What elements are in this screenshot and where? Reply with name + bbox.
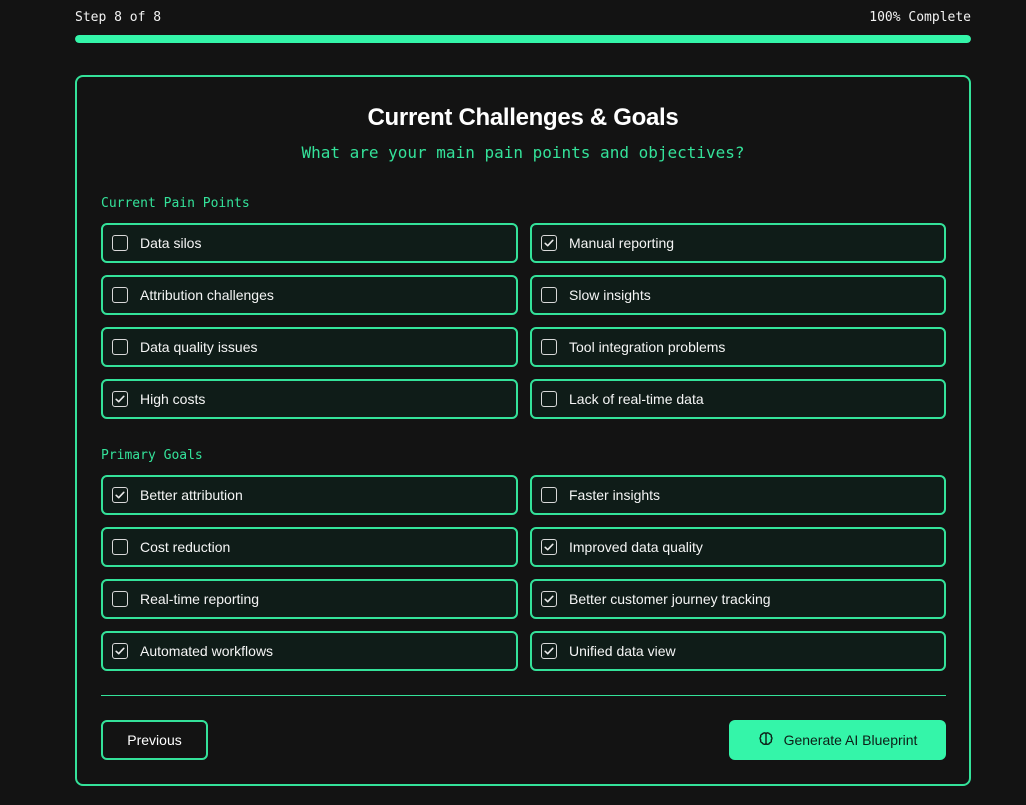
checkbox-icon[interactable]	[541, 287, 557, 303]
checkbox-icon[interactable]	[541, 487, 557, 503]
checkbox-checked-icon[interactable]	[112, 487, 128, 503]
option-label: Data silos	[140, 235, 202, 251]
option-label: Data quality issues	[140, 339, 258, 355]
option-label: Real-time reporting	[140, 591, 260, 607]
checkbox-icon[interactable]	[112, 339, 128, 355]
option-label: Cost reduction	[140, 539, 231, 555]
pain-point-option-data-silos[interactable]: Data silos	[101, 223, 518, 263]
option-label: Lack of real-time data	[569, 391, 704, 407]
brain-icon	[758, 731, 774, 750]
challenges-goals-card: Current Challenges & Goals What are your…	[75, 75, 971, 786]
goal-option-better-customer-journey-tracking[interactable]: Better customer journey tracking	[530, 579, 946, 619]
option-label: Attribution challenges	[140, 287, 274, 303]
pain-points-heading: Current Pain Points	[101, 196, 250, 211]
generate-button-label: Generate AI Blueprint	[783, 732, 918, 748]
previous-button[interactable]: Previous	[101, 720, 208, 760]
option-label: Improved data quality	[569, 539, 703, 555]
option-label: Better attribution	[140, 487, 243, 503]
checkbox-checked-icon[interactable]	[541, 539, 557, 555]
checkbox-icon[interactable]	[541, 339, 557, 355]
pain-point-option-data-quality-issues[interactable]: Data quality issues	[101, 327, 518, 367]
pain-points-grid: Data silos Manual reporting Attribution ch…	[101, 223, 946, 419]
goal-option-automated-workflows[interactable]: Automated workflows	[101, 631, 518, 671]
goal-option-real-time-reporting[interactable]: Real-time reporting	[101, 579, 518, 619]
step-indicator: Step 8 of 8	[75, 9, 162, 25]
option-label: High costs	[140, 391, 206, 407]
checkbox-icon[interactable]	[112, 235, 128, 251]
goal-option-faster-insights[interactable]: Faster insights	[530, 475, 946, 515]
pain-point-option-manual-reporting[interactable]: Manual reporting	[530, 223, 946, 263]
option-label: Manual reporting	[569, 235, 675, 251]
option-label: Automated workflows	[140, 643, 274, 659]
checkbox-icon[interactable]	[112, 591, 128, 607]
pain-point-option-attribution-challenges[interactable]: Attribution challenges	[101, 275, 518, 315]
progress-bar-fill	[75, 35, 971, 43]
page-title: Current Challenges & Goals	[367, 104, 679, 131]
checkbox-checked-icon[interactable]	[112, 643, 128, 659]
goal-option-improved-data-quality[interactable]: Improved data quality	[530, 527, 946, 567]
progress-header: Step 8 of 8 100% Complete	[75, 9, 971, 25]
option-label: Tool integration problems	[569, 339, 726, 355]
goal-option-unified-data-view[interactable]: Unified data view	[530, 631, 946, 671]
checkbox-checked-icon[interactable]	[541, 591, 557, 607]
checkbox-checked-icon[interactable]	[541, 235, 557, 251]
divider	[101, 695, 946, 696]
goals-heading: Primary Goals	[101, 448, 203, 463]
checkbox-checked-icon[interactable]	[112, 391, 128, 407]
pain-point-option-tool-integration-problems[interactable]: Tool integration problems	[530, 327, 946, 367]
page-subtitle: What are your main pain points and objec…	[301, 143, 745, 162]
checkbox-icon[interactable]	[112, 287, 128, 303]
goal-option-cost-reduction[interactable]: Cost reduction	[101, 527, 518, 567]
goals-grid: Better attribution Faster insights Cost re…	[101, 475, 946, 671]
checkbox-icon[interactable]	[541, 391, 557, 407]
generate-blueprint-button[interactable]: Generate AI Blueprint	[729, 720, 946, 760]
progress-percent: 100% Complete	[869, 9, 971, 25]
pain-point-option-high-costs[interactable]: High costs	[101, 379, 518, 419]
goal-option-better-attribution[interactable]: Better attribution	[101, 475, 518, 515]
pain-point-option-lack-of-real-time-data[interactable]: Lack of real-time data	[530, 379, 946, 419]
checkbox-icon[interactable]	[112, 539, 128, 555]
pain-point-option-slow-insights[interactable]: Slow insights	[530, 275, 946, 315]
option-label: Better customer journey tracking	[569, 591, 771, 607]
option-label: Faster insights	[569, 487, 661, 503]
option-label: Slow insights	[569, 287, 651, 303]
checkbox-checked-icon[interactable]	[541, 643, 557, 659]
progress-bar	[75, 35, 971, 43]
option-label: Unified data view	[569, 643, 676, 659]
